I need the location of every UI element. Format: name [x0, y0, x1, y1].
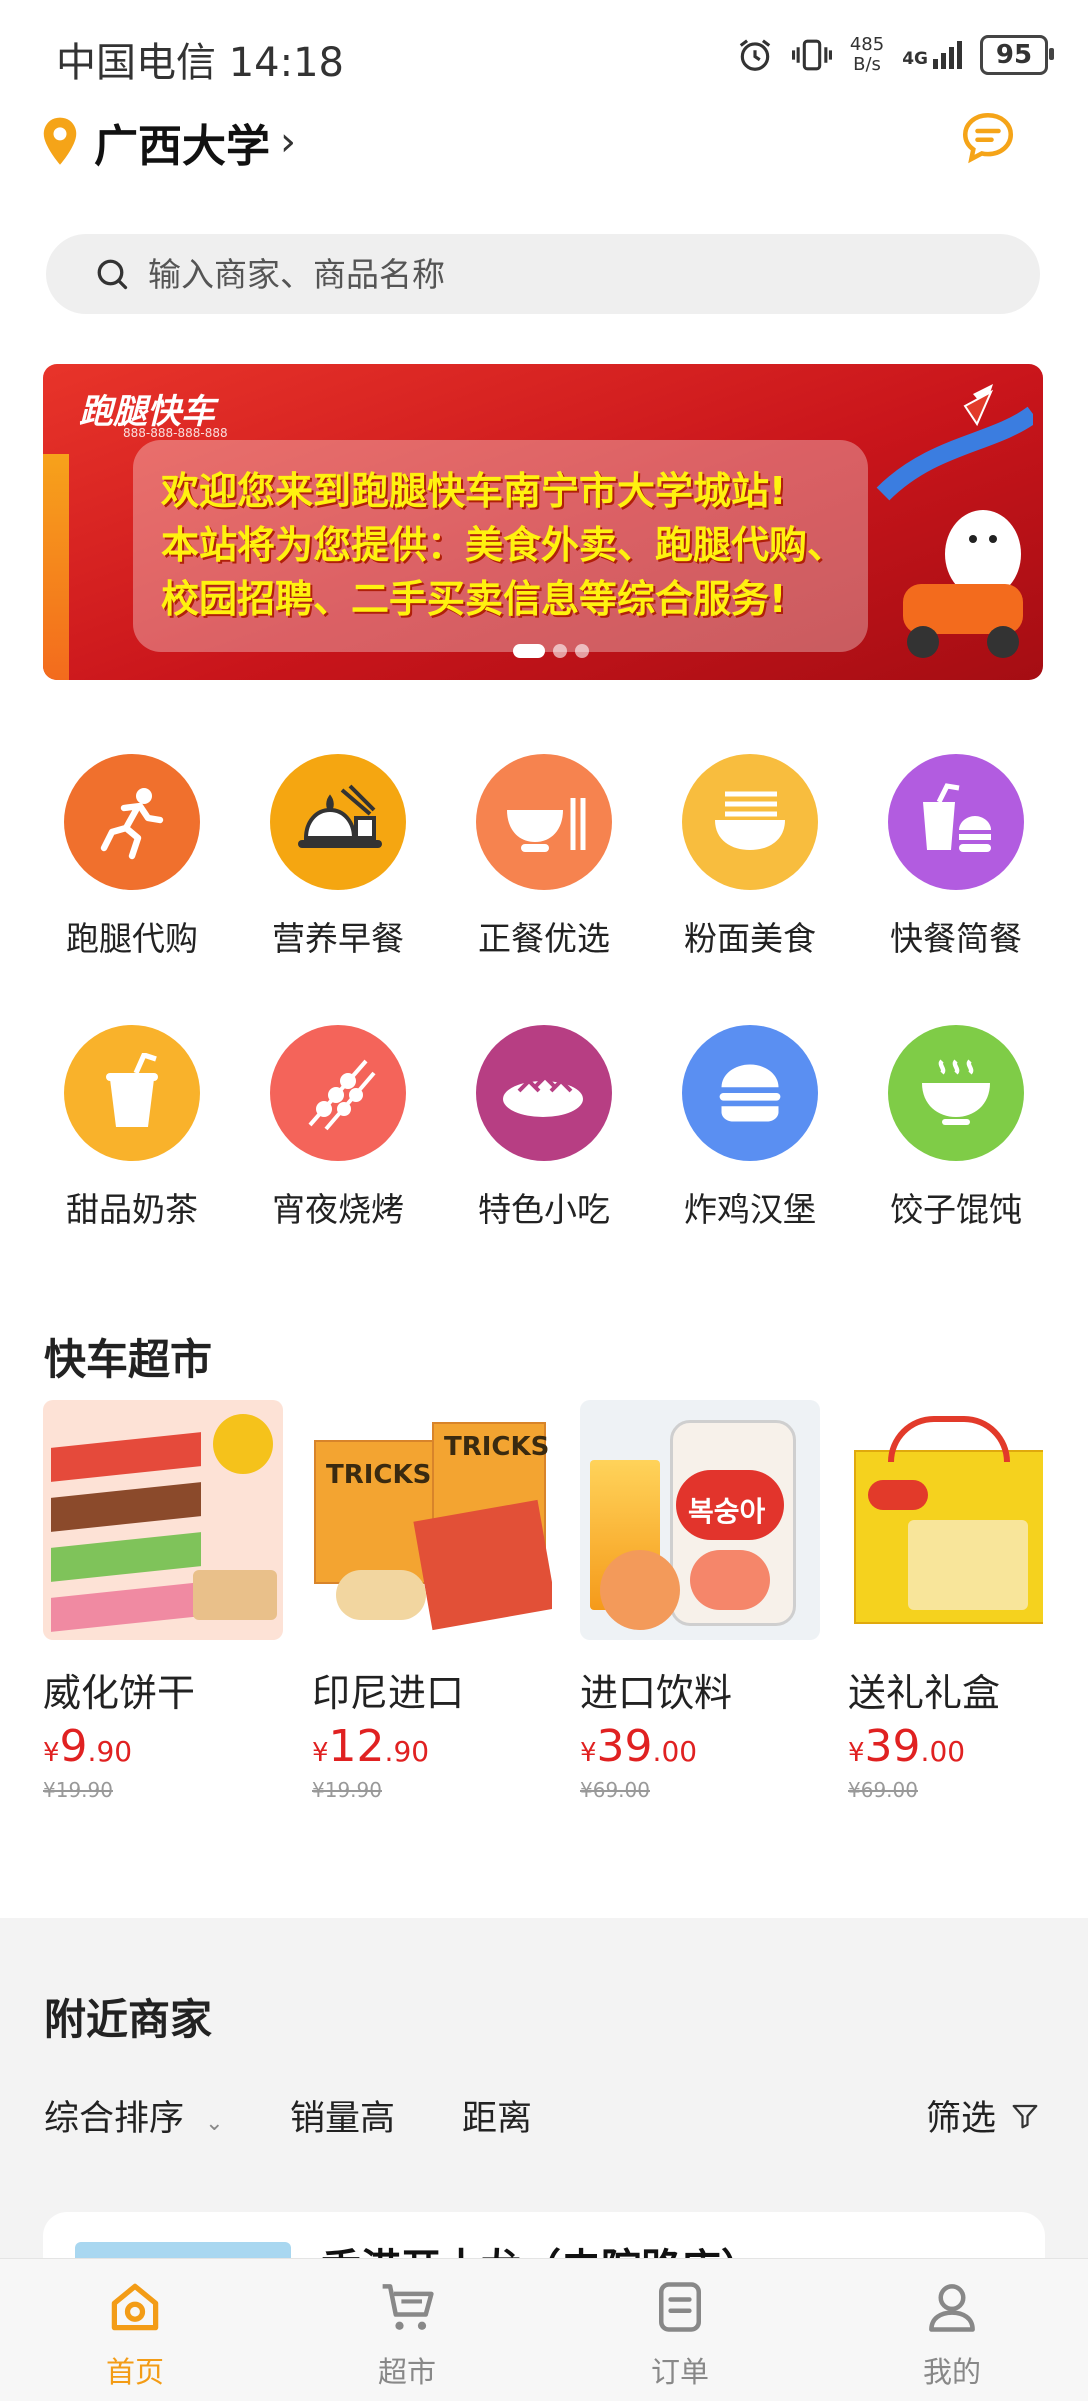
promo-banner[interactable]: 跑腿快车 888-888-888-888 欢迎您来到跑腿快车南宁市大学城站! 本… [43, 364, 1043, 680]
burger-icon [682, 1025, 818, 1161]
search-bar[interactable] [46, 234, 1040, 314]
signal-icon: 4G [902, 41, 962, 69]
product-original-price: ¥19.90 [312, 1778, 382, 1802]
cart-icon [382, 2284, 434, 2330]
skewer-icon [270, 1025, 406, 1161]
filter-icon [1012, 2104, 1038, 2128]
nearby-section: 附近商家 综合排序 ⌄ 销量高 距离 筛选 香港开十龙（史院路店） [0, 1918, 1088, 2292]
banner-pagination [513, 644, 589, 658]
tab-profile[interactable]: 我的 [852, 2277, 1052, 2391]
product-original-price: ¥69.00 [580, 1778, 650, 1802]
product-price: ¥39.00 [580, 1721, 698, 1772]
location-selector[interactable]: 广西大学 › [40, 112, 296, 172]
product-card[interactable]: TRICKS TRICKS 印尼进口 ¥12.90 ¥19.90 [312, 1400, 552, 1802]
runner-icon [64, 754, 200, 890]
bowl-icon [476, 754, 612, 890]
category-dumplings[interactable]: 饺子馄饨 [856, 1025, 1056, 1231]
category-bbq[interactable]: 宵夜烧烤 [238, 1025, 438, 1231]
product-image-tricks: TRICKS TRICKS [312, 1400, 552, 1640]
banner-prev-slide-edge [43, 454, 69, 680]
vibrate-icon [791, 39, 832, 71]
location-name: 广西大学 [94, 121, 270, 172]
category-breakfast[interactable]: 营养早餐 [238, 754, 438, 960]
noodle-icon [682, 754, 818, 890]
banner-logo-sub: 888-888-888-888 [123, 426, 228, 440]
network-speed: 485 B/s [849, 34, 885, 75]
product-original-price: ¥19.90 [43, 1778, 113, 1802]
category-noodles[interactable]: 粉面美食 [650, 754, 850, 960]
category-run-errand[interactable]: 跑腿代购 [32, 754, 232, 960]
carrier-time: 中国电信 14:18 [56, 40, 344, 86]
sort-bar: 综合排序 ⌄ 销量高 距离 筛选 [44, 2090, 1044, 2150]
bottom-tab-bar: 首页 超市 订单 我的 [0, 2258, 1088, 2401]
tab-orders[interactable]: 订单 [580, 2277, 780, 2391]
snack-icon [476, 1025, 612, 1161]
pagination-dot [553, 644, 567, 658]
product-image-gift-box [848, 1400, 1043, 1640]
product-image-wafer [43, 1400, 283, 1640]
category-burger[interactable]: 炸鸡汉堡 [650, 1025, 850, 1231]
filter-button[interactable]: 筛选 [926, 2090, 1040, 2141]
battery-icon: 95 [980, 35, 1054, 75]
chevron-down-icon: ⌄ [205, 2111, 224, 2136]
sort-sales[interactable]: 销量高 [290, 2090, 395, 2141]
status-icons: 485 B/s 4G 95 [736, 30, 1054, 80]
search-icon [97, 259, 128, 290]
tab-home[interactable]: 首页 [35, 2277, 235, 2391]
order-icon [659, 2282, 701, 2332]
home-icon [111, 2283, 159, 2331]
product-price: ¥9.90 [43, 1721, 133, 1772]
rocket-mascot-illustration [876, 384, 1033, 658]
pagination-dot [575, 644, 589, 658]
milk-tea-icon [64, 1025, 200, 1161]
product-card[interactable]: 복숭아 进口饮料 ¥39.00 ¥69.00 [580, 1400, 820, 1802]
product-price: ¥39.00 [848, 1721, 966, 1772]
category-dessert-tea[interactable]: 甜品奶茶 [32, 1025, 232, 1231]
product-card[interactable]: 送礼礼盒 ¥39.00 ¥69.00 [848, 1400, 1043, 1802]
chevron-right-icon: › [280, 119, 296, 165]
product-card[interactable]: 威化饼干 ¥9.90 ¥19.90 [43, 1400, 283, 1802]
tab-market[interactable]: 超市 [307, 2277, 507, 2391]
soup-bowl-icon [888, 1025, 1024, 1161]
nearby-section-title: 附近商家 [44, 1995, 213, 2044]
category-main-meal[interactable]: 正餐优选 [444, 754, 644, 960]
category-snacks[interactable]: 特色小吃 [444, 1025, 644, 1231]
status-bar: 中国电信 14:18 485 B/s 4G 95 [0, 0, 1088, 110]
profile-icon [929, 2284, 975, 2332]
product-image-drink: 복숭아 [580, 1400, 820, 1640]
search-input[interactable] [146, 253, 1010, 295]
alarm-icon [739, 39, 771, 71]
breakfast-icon [270, 754, 406, 890]
product-price: ¥12.90 [312, 1721, 430, 1772]
category-fast-food[interactable]: 快餐简餐 [856, 754, 1056, 960]
sort-comprehensive[interactable]: 综合排序 ⌄ [44, 2090, 224, 2141]
banner-line-1: 欢迎您来到跑腿快车南宁市大学城站! [161, 469, 787, 513]
banner-line-3: 校园招聘、二手买卖信息等综合服务! [161, 577, 787, 621]
map-pin-icon [43, 117, 77, 165]
message-icon[interactable] [960, 110, 1016, 166]
sort-distance[interactable]: 距离 [462, 2090, 532, 2141]
market-section-title: 快车超市 [44, 1335, 213, 1384]
banner-line-2: 本站将为您提供：美食外卖、跑腿代购、 [161, 523, 846, 567]
product-original-price: ¥69.00 [848, 1778, 918, 1802]
fastfood-icon [888, 754, 1024, 890]
pagination-dot-active [513, 644, 545, 658]
